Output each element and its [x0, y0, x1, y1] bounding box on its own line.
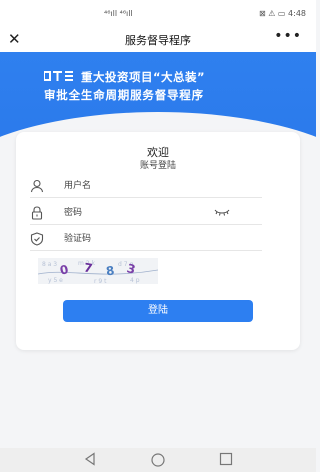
back-icon[interactable]: [84, 452, 96, 466]
username-input[interactable]: [64, 178, 234, 194]
home-icon[interactable]: [150, 452, 166, 468]
status-right: ⊠ ⚠ ▭ 4:48: [258, 9, 306, 18]
svg-text:r 9 t: r 9 t: [94, 278, 107, 284]
lock-icon: [31, 206, 43, 220]
signal-indicators: ⁴⁶ıll ⁴⁶ıll: [104, 9, 133, 18]
system-nav-bar: [0, 448, 316, 472]
password-field: [30, 203, 262, 225]
svg-text:4 p: 4 p: [130, 277, 140, 284]
status-bar: ⁴⁶ıll ⁴⁶ıll ⊠ ⚠ ▭ 4:48: [0, 0, 316, 28]
page: ⁴⁶ıll ⁴⁶ıll ⊠ ⚠ ▭ 4:48 ✕ 服务督导程序 ••• 重大投资…: [0, 0, 316, 472]
svg-text:y 5 e: y 5 e: [48, 277, 63, 284]
nav-bar: ✕ 服务督导程序 •••: [0, 28, 316, 52]
user-icon: [30, 179, 44, 193]
captcha-char-3: 8: [105, 263, 116, 279]
password-input[interactable]: [64, 205, 234, 221]
shield-check-icon: [30, 232, 44, 246]
page-title: 服务督导程序: [125, 34, 191, 47]
logo-icon: [43, 71, 73, 81]
captcha-input[interactable]: [64, 231, 234, 247]
banner-title-line1: 重大投资项目“大总装”: [43, 69, 206, 85]
banner-line1-text: 重大投资项目“大总装”: [81, 70, 206, 84]
username-field: [30, 176, 262, 198]
banner-title-line2: 审批全生命周期服务督导程序: [44, 88, 204, 102]
recents-icon[interactable]: [219, 452, 233, 466]
login-button[interactable]: 登陆: [63, 300, 253, 322]
svg-text:8 a 3: 8 a 3: [42, 261, 57, 268]
captcha-noise: 8 a 3m 2 kd 7 q y 5 er 9 t4 p: [38, 260, 158, 284]
more-icon[interactable]: •••: [274, 28, 302, 44]
captcha-image[interactable]: 8 a 3m 2 kd 7 q y 5 er 9 t4 p 0 7 8 3: [38, 258, 158, 284]
login-subtitle: 账号登陆: [139, 161, 176, 171]
eye-closed-icon[interactable]: [214, 206, 230, 218]
captcha-field: [30, 229, 262, 251]
